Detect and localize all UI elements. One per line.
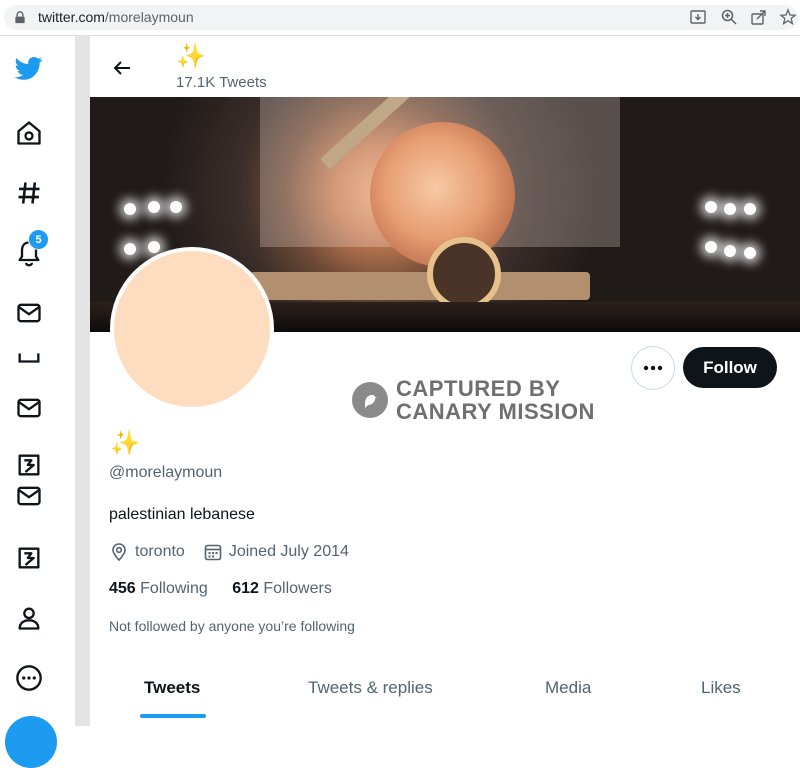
profile-meta: toronto Joined July 2014: [109, 542, 349, 562]
followers-label: Followers: [263, 580, 332, 597]
compose-tweet-button[interactable]: [5, 716, 57, 768]
location-pin-icon: [112, 543, 126, 562]
bookmark-star-icon[interactable]: [779, 8, 797, 26]
home-icon[interactable]: [12, 116, 46, 150]
banner-light: [148, 241, 160, 253]
active-tab-indicator: [140, 714, 206, 718]
banner-stage-ring: [427, 237, 501, 311]
tab-likes[interactable]: Likes: [701, 678, 741, 698]
lock-icon: [15, 11, 25, 24]
share-icon[interactable]: [750, 8, 768, 26]
following-label: Following: [140, 580, 208, 597]
watermark-line-1: CAPTURED BY: [396, 376, 561, 401]
more-options-button[interactable]: [631, 346, 675, 390]
zoom-icon[interactable]: [720, 8, 738, 26]
tab-tweets[interactable]: Tweets: [144, 678, 200, 698]
twitter-blue-icon[interactable]: [12, 448, 46, 482]
profile-icon[interactable]: [12, 601, 46, 635]
follow-stats: 456 Following 612 Followers: [109, 580, 332, 598]
twitter-blue-icon[interactable]: [12, 541, 46, 575]
calendar-icon: [204, 544, 222, 561]
messages-icon[interactable]: [12, 296, 46, 330]
banner-light: [744, 203, 756, 215]
banner-light: [705, 201, 717, 213]
banner-light: [124, 203, 136, 215]
install-app-icon[interactable]: [689, 8, 707, 26]
tweets-count: 17.1K Tweets: [176, 74, 267, 91]
explore-hash-icon[interactable]: [12, 176, 46, 210]
not-followed-notice: Not followed by anyone you’re following: [109, 618, 355, 634]
followers-count: 612: [232, 580, 259, 597]
left-sidebar: [0, 36, 75, 726]
banner-light: [124, 243, 136, 255]
watermark-line-2: CANARY MISSION: [396, 399, 595, 424]
profile-location: toronto: [135, 543, 185, 560]
user-handle: @morelaymoun: [109, 464, 223, 481]
back-arrow-icon[interactable]: [110, 56, 134, 80]
banner-light: [744, 247, 756, 259]
avatar[interactable]: [110, 247, 274, 411]
captured-watermark: CAPTURED BY CANARY MISSION: [352, 377, 595, 423]
messages-icon[interactable]: [12, 391, 46, 425]
avatar-image: [114, 251, 270, 407]
display-name: ✨: [110, 430, 140, 457]
notification-badge: 5: [28, 229, 49, 250]
follow-button[interactable]: Follow: [683, 347, 777, 388]
url-path: /morelaymoun: [104, 9, 194, 25]
banner-light: [705, 241, 717, 253]
following-link[interactable]: 456 Following: [109, 580, 208, 597]
banner-light: [170, 201, 182, 213]
canary-logo-icon: [352, 382, 388, 418]
messages-icon[interactable]: [12, 479, 46, 513]
banner-light: [148, 201, 160, 213]
profile-bio: palestinian lebanese: [109, 506, 255, 523]
followers-link[interactable]: 612 Followers: [232, 580, 332, 597]
url-text[interactable]: twitter.com/morelaymoun: [38, 9, 194, 25]
twitter-bird-icon[interactable]: [12, 51, 46, 85]
more-icon[interactable]: [12, 661, 46, 695]
following-count: 456: [109, 580, 136, 597]
profile-joined-date: Joined July 2014: [228, 543, 349, 560]
watermark-text: CAPTURED BY CANARY MISSION: [396, 377, 595, 423]
profile-main-column: ✨ 17.1K Tweets Follow CAPTURED BY CANARY…: [90, 36, 800, 726]
tab-tweets-and-replies[interactable]: Tweets & replies: [308, 678, 433, 698]
header-display-name: ✨: [176, 43, 206, 70]
profile-tabs: Tweets Tweets & replies Media Likes: [90, 666, 800, 726]
scroll-gutter: [75, 36, 90, 726]
tab-media[interactable]: Media: [545, 678, 591, 698]
banner-light: [724, 245, 736, 257]
banner-stage: [250, 272, 590, 300]
browser-toolbar: twitter.com/morelaymoun: [0, 0, 800, 36]
address-bar[interactable]: twitter.com/morelaymoun: [4, 5, 798, 30]
ellipsis-icon: [643, 365, 663, 371]
bookmarks-icon[interactable]: [12, 341, 46, 375]
banner-light: [724, 203, 736, 215]
url-host: twitter.com: [38, 9, 105, 25]
